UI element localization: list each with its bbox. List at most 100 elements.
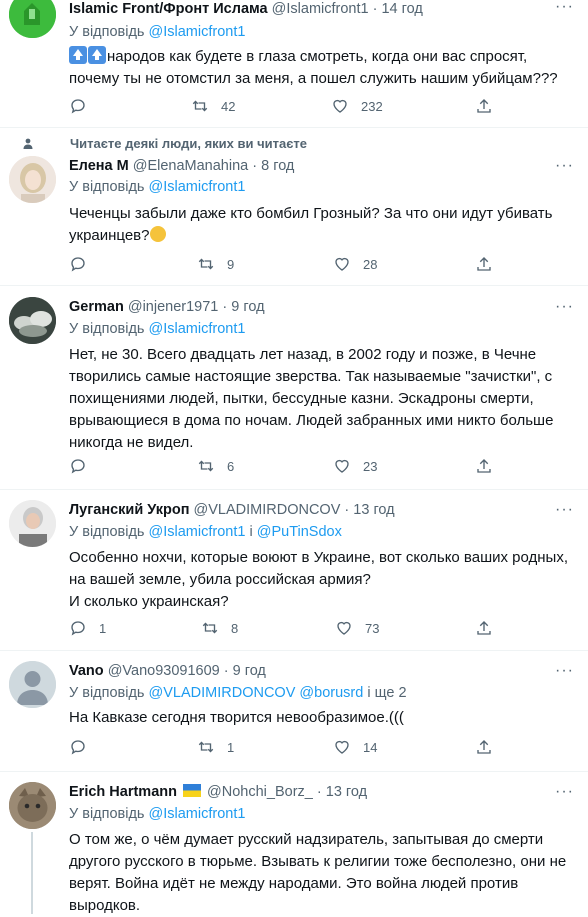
author-handle[interactable]: @Nohchi_Borz_ [207,784,313,800]
share-icon [477,740,491,754]
author-handle[interactable]: @injener1971 [128,299,219,315]
author-name[interactable]: German [69,299,124,315]
like-button[interactable]: 14 [333,737,377,757]
ukraine-flag-icon [183,784,202,797]
tweet-elena[interactable]: Читаєте деякі люди, яких ви читаєте Елен… [0,128,588,286]
reply-button[interactable]: 1 [69,618,106,638]
author-handle[interactable]: @Vano93091609 [108,663,220,679]
mention-link[interactable]: @Islamicfront1 [149,524,246,540]
mention-link[interactable]: @borusrd [299,685,363,701]
tweet-text: народов как будете в глаза смотреть, ког… [69,46,558,87]
tweet-text: О том же, о чём думает русский надзирате… [69,831,567,914]
tweet-islamic-front[interactable]: Islamic Front/Фронт Ислама @Islamicfront… [0,0,588,128]
author-name[interactable]: Елена М [69,158,129,174]
timestamp[interactable]: 9 год [231,299,264,315]
timestamp[interactable]: 13 год [326,784,367,800]
author-name[interactable]: Луганский Укроп [69,502,189,518]
avatar[interactable] [9,782,56,829]
share-button[interactable] [475,456,493,476]
author-name[interactable]: Vano [69,663,104,679]
like-button[interactable]: 73 [335,618,379,638]
tweet-text: Чеченцы забыли даже кто бомбил Грозный? … [69,205,553,244]
share-button[interactable] [475,254,493,274]
reply-button[interactable] [69,737,99,757]
person-icon [23,138,33,149]
share-button[interactable] [475,96,493,116]
tweet-actions: 1 8 73 [69,618,499,638]
like-button[interactable]: 28 [333,254,377,274]
author-name[interactable]: Erich Hartmann [69,784,177,800]
tweet-erich-hartmann[interactable]: Erich Hartmann @Nohchi_Borz_ · 13 год У … [0,772,588,914]
more-options-icon[interactable]: ··· [555,783,574,801]
default-avatar-icon [9,661,56,708]
tweet-vano[interactable]: Vano @Vano93091609 · 9 год У відповідь @… [0,651,588,772]
mention-link[interactable]: @Islamicfront1 [149,24,246,40]
reply-button[interactable] [69,96,99,116]
reply-context: У відповідь @Islamicfront1 [69,24,246,40]
share-icon [477,459,491,473]
reply-button[interactable] [69,456,99,476]
heart-icon [335,257,349,271]
tweet-lugansky-ukrop[interactable]: Луганский Укроп @VLADIMIRDONCOV · 13 год… [0,490,588,651]
reply-context: У відповідь @Islamicfront1 [69,806,246,822]
reply-icon [71,740,85,755]
heart-icon [333,99,347,113]
avatar-logo-icon [9,0,56,38]
timestamp[interactable]: 14 год [381,1,422,17]
share-icon [477,621,491,635]
reply-context: У відповідь @Islamicfront1 [69,179,246,195]
reply-icon [71,459,85,474]
keycap-up-icon [69,46,87,64]
retweet-button[interactable]: 6 [197,456,234,476]
tweet-actions: 42 232 [69,96,499,116]
retweet-icon [198,741,214,753]
like-button[interactable]: 23 [333,456,377,476]
author-handle[interactable]: @ElenaManahina [133,158,249,174]
avatar[interactable] [9,297,56,344]
timestamp[interactable]: 8 год [261,158,294,174]
mention-link[interactable]: @PuTinSdox [257,524,342,540]
reply-context: У відповідь @VLADIMIRDONCOV @borusrd і щ… [69,685,407,701]
author-handle[interactable]: @Islamicfront1 [272,1,369,17]
retweet-icon [202,622,218,634]
mention-link[interactable]: @Islamicfront1 [149,806,246,822]
reply-context: У відповідь @Islamicfront1 [69,321,246,337]
retweet-button[interactable]: 9 [197,254,234,274]
share-button[interactable] [475,618,493,638]
retweet-button[interactable]: 42 [191,96,235,116]
heart-icon [337,621,351,635]
retweet-button[interactable]: 8 [201,618,238,638]
mention-link[interactable]: @Islamicfront1 [149,179,246,195]
thinking-face-icon [149,226,166,242]
tweet-actions: 1 14 [69,737,499,757]
share-icon [477,99,491,113]
avatar[interactable] [9,0,56,38]
avatar-photo-icon [9,500,56,547]
thread-line [31,832,33,914]
more-options-icon[interactable]: ··· [555,662,574,680]
more-options-icon[interactable]: ··· [555,298,574,316]
more-options-icon[interactable]: ··· [555,501,574,519]
heart-icon [335,740,349,754]
like-button[interactable]: 232 [331,96,383,116]
avatar[interactable] [9,661,56,708]
author-handle[interactable]: @VLADIMIRDONCOV [194,502,341,518]
timestamp[interactable]: 9 год [233,663,266,679]
mention-link[interactable]: @Islamicfront1 [149,321,246,337]
retweet-icon [192,100,208,112]
more-options-icon[interactable]: ··· [555,0,574,16]
tweet-text: На Кавказе сегодня творится невообразимо… [69,709,404,726]
avatar-photo-icon [9,297,56,344]
avatar[interactable] [9,500,56,547]
avatar[interactable] [9,156,56,203]
timestamp[interactable]: 13 год [353,502,394,518]
author-name[interactable]: Islamic Front/Фронт Ислама [69,1,268,17]
retweet-button[interactable]: 1 [197,737,234,757]
reply-button[interactable] [69,254,99,274]
mention-link[interactable]: @VLADIMIRDONCOV [149,685,296,701]
share-button[interactable] [475,737,493,757]
tweet-text: Нет, не 30. Всего двадцать лет назад, в … [69,346,554,451]
more-options-icon[interactable]: ··· [555,157,574,175]
reply-context: У відповідь @Islamicfront1 і @PuTinSdox [69,524,342,540]
tweet-german[interactable]: German @injener1971 · 9 год У відповідь … [0,286,588,490]
